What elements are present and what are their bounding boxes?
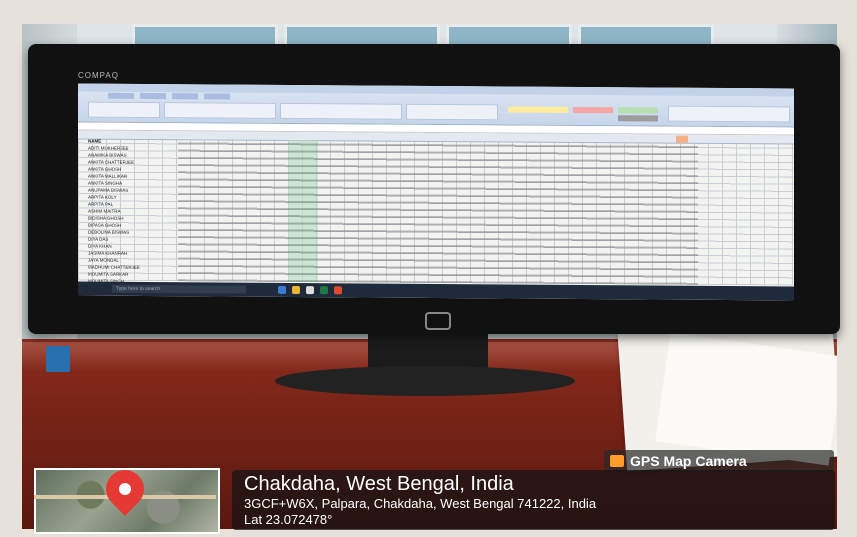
- compaq-logo-icon: [425, 312, 451, 330]
- monitor-screen: NAME ADITI MUKHERJEE ANAMIKA BISWAS ANKI…: [78, 83, 794, 301]
- name-cell[interactable]: DIYA KHAN: [88, 244, 172, 251]
- camera-icon: [610, 455, 624, 467]
- monitor-stand-base: [275, 366, 575, 396]
- style-check-cell[interactable]: [618, 115, 658, 122]
- blue-cup: [46, 346, 70, 372]
- gps-info-panel: Chakdaha, West Bengal, India 3GCF+W6X, P…: [232, 470, 835, 530]
- location-title: Chakdaha, West Bengal, India: [244, 473, 514, 495]
- photo-frame: COMPAQ NAME ADITI MUKHERJEE ANAMIKA BISW…: [0, 0, 857, 537]
- name-cell[interactable]: JASIMA KHANRAH: [88, 251, 172, 258]
- selected-cell[interactable]: [676, 135, 688, 143]
- name-cell[interactable]: MADHUMI CHATTERJEE: [88, 265, 172, 272]
- ribbon-tab[interactable]: [204, 93, 230, 100]
- name-cell[interactable]: ANAMIKA BISWAS: [88, 153, 172, 160]
- cells-editing-group[interactable]: [668, 105, 790, 123]
- location-pin-dot: [119, 483, 131, 495]
- location-latitude: Lat 23.072478°: [244, 512, 333, 527]
- excel-icon[interactable]: [320, 286, 328, 295]
- chrome-icon[interactable]: [334, 286, 342, 295]
- monitor-brand: COMPAQ: [78, 71, 119, 80]
- name-cell[interactable]: ARPITA PAL: [88, 202, 172, 209]
- name-header: NAME: [88, 138, 102, 144]
- cell-data: [178, 139, 698, 285]
- name-cell[interactable]: ASHIM MAITRA: [88, 209, 172, 216]
- folder-icon[interactable]: [292, 285, 300, 295]
- name-cell[interactable]: ARPITA KOLY: [88, 195, 172, 202]
- font-group[interactable]: [164, 102, 276, 119]
- name-cell[interactable]: ADITI MUKHERJEE: [88, 146, 172, 153]
- style-neutral[interactable]: [508, 106, 568, 113]
- name-cell[interactable]: MOUMITA SARKAR: [88, 272, 172, 279]
- edge-icon[interactable]: [278, 285, 286, 294]
- ribbon-tab[interactable]: [108, 92, 134, 99]
- store-icon[interactable]: [306, 286, 314, 295]
- ribbon-tab[interactable]: [140, 92, 166, 100]
- gps-badge-label: GPS Map Camera: [630, 453, 747, 469]
- name-cell[interactable]: ANKITA GHOSH: [88, 167, 172, 174]
- name-cell[interactable]: ANKITA SINGHA: [88, 181, 172, 188]
- name-cell[interactable]: DEBOLINA BISWAS: [88, 230, 172, 237]
- style-good[interactable]: [618, 107, 658, 114]
- name-cell[interactable]: ANKITA CHATTERJEE: [88, 160, 172, 167]
- name-cell[interactable]: JAYA MONDAL: [88, 258, 172, 265]
- name-cell[interactable]: DIYA DAS: [88, 237, 172, 244]
- name-cell[interactable]: BIPASA GHOSH: [88, 223, 172, 230]
- ribbon-tab[interactable]: [172, 93, 198, 100]
- name-cell[interactable]: ANKITA MALLIKAR: [88, 174, 172, 181]
- alignment-group[interactable]: [280, 102, 402, 120]
- name-cell[interactable]: ANUPAMA BISWAS: [88, 188, 172, 195]
- taskbar-search[interactable]: Type here to search: [112, 284, 246, 294]
- clipboard-group[interactable]: [88, 101, 160, 119]
- name-cell[interactable]: BIDISHA GHOSH: [88, 216, 172, 223]
- number-group[interactable]: [406, 103, 498, 121]
- name-column: NAME ADITI MUKHERJEE ANAMIKA BISWAS ANKI…: [88, 138, 172, 284]
- style-bad[interactable]: [573, 106, 613, 114]
- location-address: 3GCF+W6X, Palpara, Chakdaha, West Bengal…: [244, 496, 597, 511]
- gps-badge: GPS Map Camera: [604, 450, 834, 472]
